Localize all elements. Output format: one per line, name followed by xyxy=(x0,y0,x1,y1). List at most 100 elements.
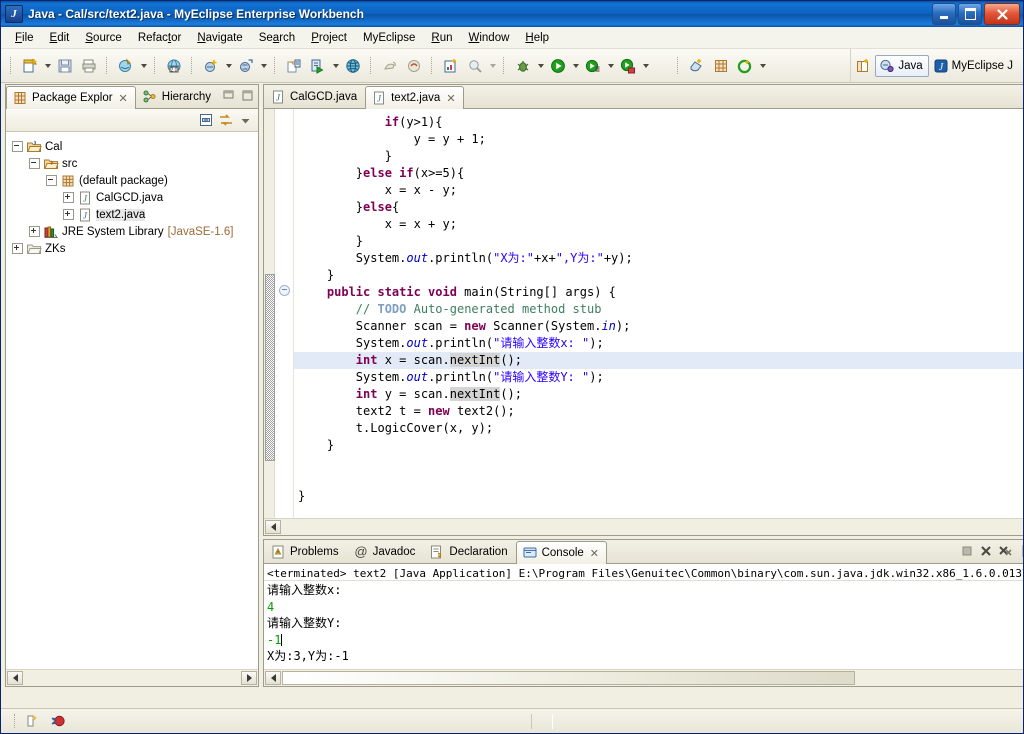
tree-item-calgcd-java[interactable]: J CalGCD.java xyxy=(12,189,258,206)
tab-console[interactable]: Console ✕ xyxy=(515,541,608,564)
run-external-tools-button[interactable] xyxy=(581,54,605,78)
new-java-project-grid-button[interactable] xyxy=(709,54,733,78)
open-perspective-button[interactable] xyxy=(851,54,875,78)
tree-item-cal[interactable]: Cal xyxy=(12,138,258,155)
gutter-scroll-thumb[interactable] xyxy=(265,274,275,461)
new-wizard-button[interactable] xyxy=(18,54,42,78)
new-deployment-button[interactable] xyxy=(114,54,138,78)
scroll-left-button[interactable] xyxy=(7,671,23,685)
myeclipse-enterprise-dropdown[interactable] xyxy=(757,55,768,77)
minimize-view-button[interactable] xyxy=(220,87,237,103)
search-dialog-dropdown[interactable] xyxy=(487,55,498,77)
scroll-left-button[interactable] xyxy=(265,520,281,534)
expander-icon[interactable] xyxy=(12,141,23,152)
menu-file[interactable]: FFileile xyxy=(7,30,42,46)
menu-source[interactable]: Source xyxy=(77,30,129,46)
package-explorer-hscrollbar[interactable] xyxy=(6,669,258,686)
hscroll-thumb[interactable] xyxy=(282,671,856,685)
open-browser-globe-button[interactable] xyxy=(341,54,365,78)
run-external-tools-dropdown[interactable] xyxy=(605,55,616,77)
expander-icon[interactable] xyxy=(46,175,57,186)
previous-annotation-button[interactable] xyxy=(402,54,426,78)
new-java-package-button[interactable] xyxy=(234,54,258,78)
expander-icon[interactable] xyxy=(63,192,74,203)
console-output-text[interactable]: 请输入整数x: 4 请输入整数Y: -1 X为:3,Y为:-1 xyxy=(264,581,1023,669)
link-with-editor-button[interactable] xyxy=(217,112,234,128)
smart-insert-icon[interactable] xyxy=(23,713,40,729)
tree-item-text2-java[interactable]: J text2.java xyxy=(12,206,258,223)
hscroll-track[interactable] xyxy=(282,520,1023,534)
collapse-all-button[interactable] xyxy=(197,112,214,128)
maximize-view-button[interactable] xyxy=(239,87,256,103)
remove-all-terminated-button[interactable] xyxy=(997,543,1014,559)
maximize-button[interactable] xyxy=(958,3,982,25)
perspective-java[interactable]: Java xyxy=(875,54,929,77)
search-dialog-button[interactable] xyxy=(463,54,487,78)
clear-console-button[interactable] xyxy=(1020,543,1023,559)
perspective-myeclipse[interactable]: J MyEclipse J xyxy=(929,55,1019,77)
new-java-class-button[interactable] xyxy=(199,54,223,78)
tree-item-src[interactable]: src xyxy=(12,155,258,172)
menu-search[interactable]: Search xyxy=(251,30,303,46)
debug-button[interactable] xyxy=(511,54,535,78)
tab-package-explorer[interactable]: Package Explor ✕ xyxy=(6,86,136,109)
tree-item-jre-system-library[interactable]: JRE System Library [JavaSE-1.6] xyxy=(12,223,258,240)
menu-help[interactable]: Help xyxy=(517,30,557,46)
myeclipse-status-icon[interactable] xyxy=(50,713,67,729)
fold-collapse-icon[interactable] xyxy=(279,285,290,296)
close-button[interactable] xyxy=(984,3,1020,25)
expander-icon[interactable] xyxy=(29,158,40,169)
debug-dropdown[interactable] xyxy=(535,55,546,77)
close-icon[interactable]: ✕ xyxy=(119,92,128,105)
tree-item-zks[interactable]: ZKs xyxy=(12,240,258,257)
scroll-left-button[interactable] xyxy=(265,671,281,685)
tab-javadoc[interactable]: @ Javadoc xyxy=(347,540,424,563)
package-explorer-tree-body[interactable]: Cal src (default package) J CalGCD.java … xyxy=(6,132,258,669)
open-web-browser-button[interactable]: 2.0 xyxy=(162,54,186,78)
new-report-button[interactable] xyxy=(439,54,463,78)
expander-icon[interactable] xyxy=(29,226,40,237)
menu-navigate[interactable]: Navigate xyxy=(189,30,250,46)
expander-icon[interactable] xyxy=(12,243,23,254)
terminate-button[interactable] xyxy=(959,543,976,559)
editor-hscrollbar[interactable] xyxy=(264,518,1023,535)
close-icon[interactable]: ✕ xyxy=(446,92,455,105)
menu-window[interactable]: Window xyxy=(461,30,518,46)
hscroll-track[interactable] xyxy=(24,671,240,685)
print-button[interactable] xyxy=(77,54,101,78)
hscroll-track[interactable] xyxy=(282,671,1023,685)
run-as-coverage-dropdown[interactable] xyxy=(640,55,651,77)
new-deployment-dropdown[interactable] xyxy=(138,55,149,77)
menu-refactor[interactable]: Refactor xyxy=(130,30,189,46)
next-annotation-button[interactable] xyxy=(378,54,402,78)
run-dropdown[interactable] xyxy=(570,55,581,77)
tree-item-default-package[interactable]: (default package) xyxy=(12,172,258,189)
close-icon[interactable]: ✕ xyxy=(590,547,599,560)
new-connection-button[interactable] xyxy=(685,54,709,78)
myeclipse-enterprise-button[interactable] xyxy=(733,54,757,78)
new-java-class-dropdown[interactable] xyxy=(223,55,234,77)
remove-launch-button[interactable] xyxy=(978,543,995,559)
editor-folding-column[interactable] xyxy=(275,109,294,518)
menu-myeclipse[interactable]: MyEclipse xyxy=(355,30,423,46)
expander-icon[interactable] xyxy=(63,209,74,220)
save-button[interactable] xyxy=(53,54,77,78)
run-as-coverage-button[interactable] xyxy=(616,54,640,78)
menu-run[interactable]: Run xyxy=(423,30,460,46)
new-java-package-dropdown[interactable] xyxy=(258,55,269,77)
view-menu-button[interactable] xyxy=(237,112,254,128)
scroll-right-button[interactable] xyxy=(241,671,257,685)
console-hscrollbar[interactable] xyxy=(264,669,1023,686)
run-server-dropdown[interactable] xyxy=(330,55,341,77)
run-button[interactable] xyxy=(546,54,570,78)
tab-text2-java[interactable]: J text2.java ✕ xyxy=(365,86,464,109)
tab-hierarchy[interactable]: Hierarchy xyxy=(136,85,219,108)
code-text[interactable]: if(y>1){ y = y + 1; } }else if(x>=5){ x … xyxy=(294,109,1023,518)
tab-calgcd-java[interactable]: J CalGCD.java xyxy=(264,85,365,108)
run-server-button[interactable] xyxy=(306,54,330,78)
minimize-button[interactable] xyxy=(932,3,956,25)
editor-gutter-scrollbar[interactable] xyxy=(264,109,275,518)
menu-edit[interactable]: Edit xyxy=(42,30,78,46)
tab-declaration[interactable]: Declaration xyxy=(423,540,515,563)
menu-project[interactable]: Project xyxy=(303,30,355,46)
